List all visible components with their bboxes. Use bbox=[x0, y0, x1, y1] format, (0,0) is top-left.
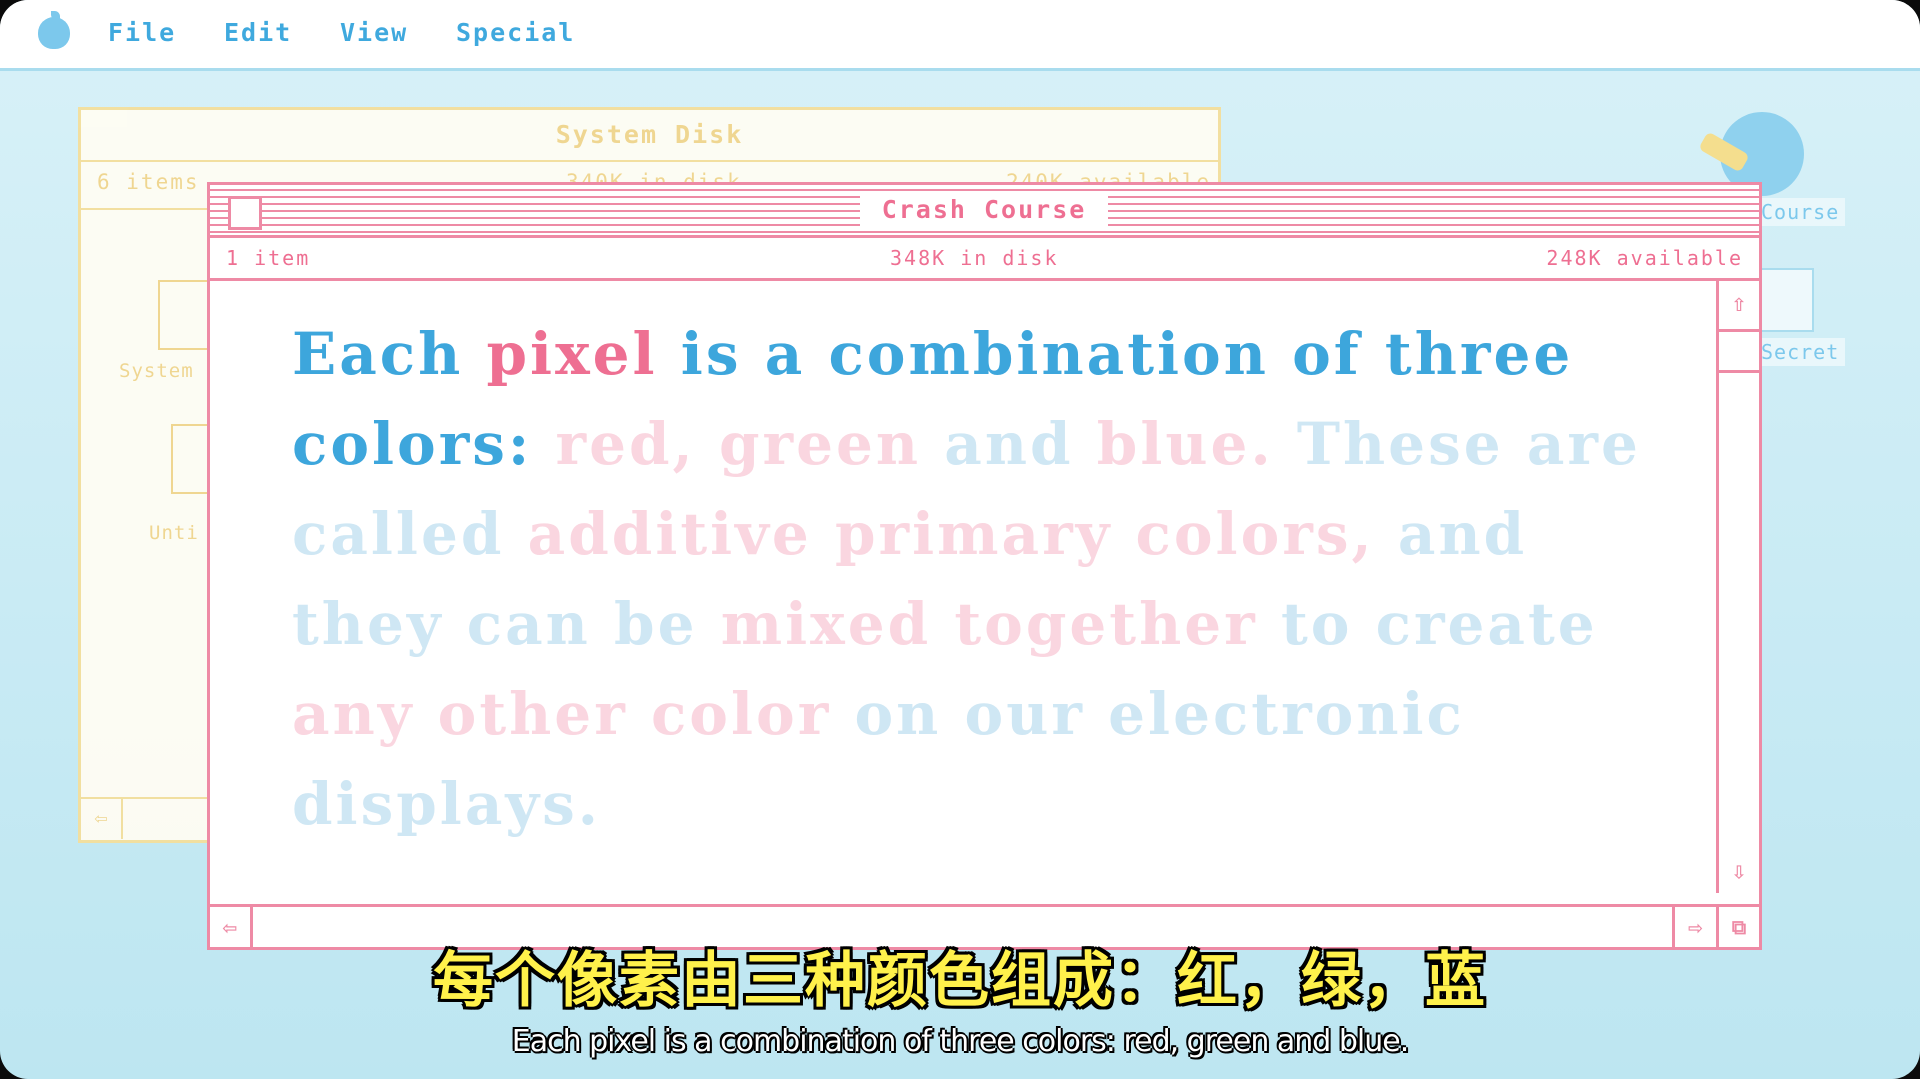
text-line: they can be mixed together to create bbox=[292, 579, 1692, 669]
text-word: mixed bbox=[720, 590, 932, 658]
text-line: colors: red, green and blue. These are bbox=[292, 399, 1692, 489]
menu-special[interactable]: Special bbox=[456, 18, 575, 47]
system-disk-item-count: 6 items bbox=[97, 170, 200, 194]
text-word: colors, bbox=[1135, 500, 1375, 568]
menu-file[interactable]: File bbox=[108, 18, 176, 47]
scroll-left-arrow-icon[interactable]: ⇦ bbox=[81, 797, 123, 839]
subtitle-chinese: 每个像素由三种颜色组成：红，绿，蓝 bbox=[433, 946, 1487, 1016]
text-word: combination bbox=[828, 320, 1269, 388]
text-word: be bbox=[614, 590, 698, 658]
text-word: are bbox=[1526, 410, 1641, 478]
text-word: and bbox=[944, 410, 1074, 478]
window-title-bar[interactable]: Crash Course bbox=[210, 185, 1759, 238]
text-word: red, bbox=[555, 410, 696, 478]
text-line: Each pixel is a combination of three bbox=[292, 309, 1692, 399]
text-word: color bbox=[650, 680, 832, 748]
text-word: together bbox=[954, 590, 1258, 658]
text-word: colors: bbox=[292, 410, 533, 478]
scroll-up-arrow-icon[interactable]: ⇧ bbox=[1719, 283, 1759, 323]
window-title: Crash Course bbox=[860, 191, 1108, 229]
text-word: displays. bbox=[292, 770, 601, 838]
secret-file-icon[interactable] bbox=[1760, 268, 1814, 332]
text-word: is bbox=[680, 320, 742, 388]
body-text: Each pixel is a combination of three colo… bbox=[292, 309, 1692, 849]
crash-course-window[interactable]: Crash Course 1 item 348K in disk 248K av… bbox=[207, 182, 1762, 950]
menu-edit[interactable]: Edit bbox=[224, 18, 292, 47]
system-disk-title: System Disk bbox=[555, 120, 744, 149]
menu-bar: File Edit View Special bbox=[0, 0, 1920, 71]
window-content: Each pixel is a combination of three colo… bbox=[210, 281, 1719, 893]
text-word: primary bbox=[834, 500, 1113, 568]
text-word: create bbox=[1375, 590, 1598, 658]
text-word: additive bbox=[527, 500, 812, 568]
scroll-down-arrow-icon[interactable]: ⇩ bbox=[1719, 851, 1759, 891]
apple-icon[interactable] bbox=[38, 11, 70, 49]
text-line: any other color on our electronic bbox=[292, 669, 1692, 759]
vertical-scrollbar[interactable]: ⇧ ⇩ bbox=[1719, 281, 1759, 893]
text-word: blue. bbox=[1096, 410, 1274, 478]
folder-label-system: System bbox=[119, 360, 194, 382]
text-word: other bbox=[437, 680, 628, 748]
window-info-bar: 1 item 348K in disk 248K available bbox=[210, 238, 1759, 281]
text-word: any bbox=[292, 680, 415, 748]
window-available: 248K available bbox=[1546, 246, 1743, 270]
text-word: to bbox=[1280, 590, 1353, 658]
subtitle-english: Each pixel is a combination of three col… bbox=[511, 1024, 1409, 1059]
text-word: can bbox=[466, 590, 591, 658]
desktop-label-secret[interactable]: Secret bbox=[1755, 338, 1846, 366]
text-line: displays. bbox=[292, 759, 1692, 849]
window-item-count: 1 item bbox=[226, 246, 311, 270]
text-word: pixel bbox=[486, 320, 658, 388]
window-in-disk: 348K in disk bbox=[890, 246, 1059, 270]
text-word: Each bbox=[292, 320, 464, 388]
scroll-thumb[interactable] bbox=[1719, 329, 1759, 373]
desktop-screen: File Edit View Special System Disk 6 ite… bbox=[0, 0, 1920, 1079]
text-word: on bbox=[854, 680, 942, 748]
menu-view[interactable]: View bbox=[340, 18, 408, 47]
folder-label-untitled: Unti bbox=[149, 522, 199, 544]
text-word: green bbox=[718, 410, 922, 478]
text-word: a bbox=[764, 320, 806, 388]
text-word: electronic bbox=[1108, 680, 1465, 748]
text-word: called bbox=[292, 500, 505, 568]
text-word: they bbox=[292, 590, 444, 658]
divider bbox=[81, 160, 1218, 162]
text-word: three bbox=[1384, 320, 1574, 388]
folder-icon[interactable] bbox=[158, 280, 214, 350]
close-box-icon[interactable] bbox=[228, 196, 262, 230]
text-word: of bbox=[1292, 320, 1362, 388]
text-word: and bbox=[1397, 500, 1528, 568]
text-word: our bbox=[964, 680, 1085, 748]
text-word: These bbox=[1296, 410, 1504, 478]
desktop-label-course[interactable]: Course bbox=[1755, 198, 1846, 226]
text-line: called additive primary colors, and bbox=[292, 489, 1692, 579]
